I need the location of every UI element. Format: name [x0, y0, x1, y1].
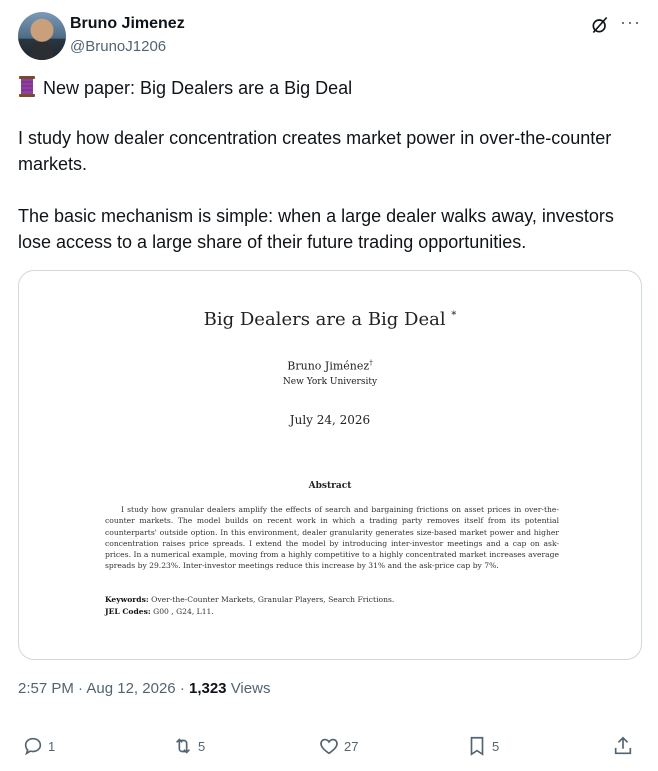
- reply-count: 1: [48, 738, 56, 754]
- tweet-line-1: New paper: Big Dealers are a Big Deal: [18, 76, 352, 101]
- paper-affiliation: New York University: [282, 377, 378, 387]
- tweet-para2-l1: I study how dealer concentration creates…: [18, 128, 612, 148]
- paper-keywords: Keywords: Over-the-Counter Markets, Gran…: [105, 595, 395, 604]
- bookmark-count: 5: [492, 738, 500, 754]
- more-icon[interactable]: ···: [620, 12, 641, 33]
- reply-icon: [24, 737, 42, 756]
- paper-jel-codes: JEL Codes: G00 , G24, L11.: [105, 607, 214, 616]
- paper-image-card[interactable]: Big Dealers are a Big Deal * Bruno Jimén…: [18, 270, 642, 660]
- heart-icon: [320, 738, 338, 755]
- repost-button[interactable]: 5: [172, 734, 205, 758]
- tweet-time[interactable]: 2:57 PM: [18, 680, 74, 697]
- share-icon: [614, 736, 632, 755]
- like-button[interactable]: 27: [318, 734, 358, 758]
- reply-button[interactable]: 1: [22, 734, 55, 758]
- abstract-body: I study how granular dealers amplify the…: [105, 505, 559, 571]
- repost-icon: [175, 738, 191, 754]
- bookmark-button[interactable]: 5: [466, 734, 499, 758]
- bookmark-icon: [470, 736, 484, 756]
- avatar[interactable]: [18, 12, 66, 60]
- tweet-headline: New paper: Big Dealers are a Big Deal: [43, 78, 353, 98]
- tweet-para2-l2: markets.: [18, 154, 88, 174]
- views-count: 1,323: [188, 680, 227, 697]
- repost-count: 5: [198, 738, 206, 754]
- paper-author: Bruno Jiménez†: [287, 359, 373, 373]
- author-name[interactable]: Bruno Jimenez: [70, 15, 185, 33]
- tweet-para3-l1: The basic mechanism is simple: when a la…: [18, 206, 614, 226]
- tweet-date[interactable]: Aug 12, 2026: [86, 680, 175, 697]
- spool-thread-icon: [19, 76, 35, 97]
- like-count: 27: [344, 738, 359, 754]
- paper-title: Big Dealers are a Big Deal *: [203, 309, 457, 330]
- tweet-meta: 2:57 PM · Aug 12, 2026 · 1,323 Views: [18, 680, 271, 697]
- grok-icon[interactable]: [590, 15, 610, 35]
- paper-date: July 24, 2026: [289, 413, 371, 427]
- views-label: Views: [230, 680, 271, 697]
- abstract-heading: Abstract: [308, 481, 352, 491]
- tweet-para3-l2: lose access to a large share of their fu…: [18, 232, 527, 252]
- author-handle[interactable]: @BrunoJ1206: [70, 38, 166, 55]
- share-button[interactable]: [612, 734, 634, 758]
